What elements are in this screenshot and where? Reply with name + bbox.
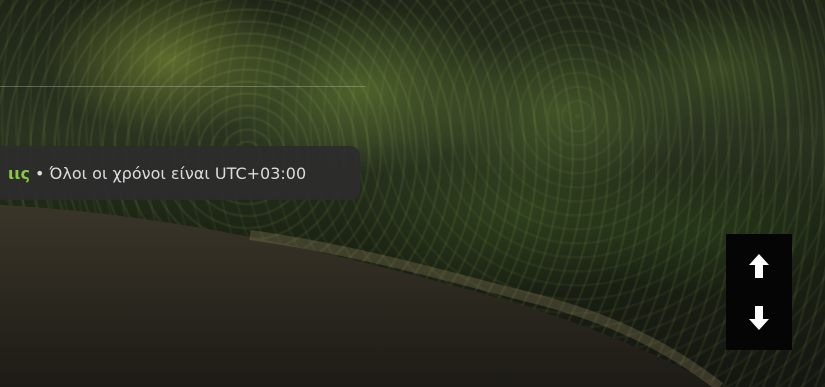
- arrow-down-icon: [749, 306, 769, 330]
- scroll-controls: [726, 234, 792, 350]
- timezone-text: Όλοι οι χρόνοι είναι UTC+03:00: [49, 163, 307, 183]
- bullet-separator: •: [34, 163, 45, 183]
- scroll-to-top-button[interactable]: [739, 249, 779, 283]
- footer-link[interactable]: ιις: [8, 164, 30, 183]
- footer-divider: [0, 86, 366, 87]
- arrow-up-icon: [749, 254, 769, 278]
- background-foliage-photo: ιις • Όλοι οι χρόνοι είναι UTC+03:00: [0, 0, 825, 387]
- timezone-footer-bar: ιις • Όλοι οι χρόνοι είναι UTC+03:00: [0, 146, 360, 200]
- scroll-to-bottom-button[interactable]: [739, 301, 779, 335]
